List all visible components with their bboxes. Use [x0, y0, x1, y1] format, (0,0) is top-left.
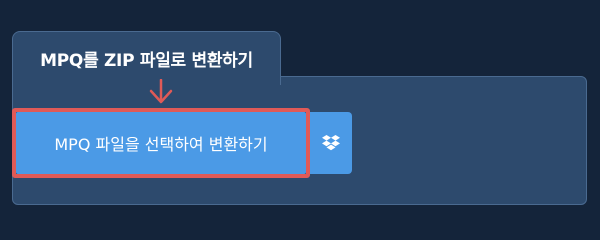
converter-tab: MPQ를 ZIP 파일로 변환하기: [12, 31, 281, 85]
dropbox-button[interactable]: [310, 112, 352, 174]
dropbox-icon: [322, 135, 340, 151]
highlight-box: [12, 108, 310, 178]
arrow-down-icon: [149, 79, 173, 104]
tab-title: MPQ를 ZIP 파일로 변환하기: [40, 51, 253, 71]
